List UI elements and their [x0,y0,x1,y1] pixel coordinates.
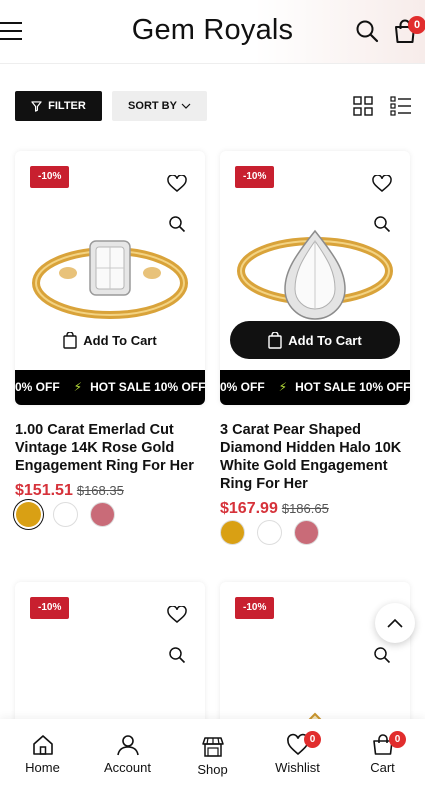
color-swatches [220,520,319,548]
product-image-area[interactable]: -10% Add To Cart 0% OFF ⚡ HOT SALE 10% O… [220,151,410,405]
nav-home[interactable]: Home [0,719,85,787]
sale-price: $151.51 [15,482,73,499]
add-to-cart-button[interactable]: Add To Cart [25,321,195,359]
discount-badge: -10% [235,166,275,188]
sort-label: SORT BY [128,100,177,112]
product-title[interactable]: 1.00 Carat Emerlad Cut Vintage 14K Rose … [15,421,215,475]
search-icon[interactable] [355,19,379,43]
old-price: $168.35 [76,483,124,498]
swatch-yellow-gold[interactable] [220,520,245,545]
filter-label: FILTER [48,100,86,112]
bottom-navigation: Home Account Shop Wishlist 0 Cart 0 [0,719,425,787]
wishlist-button[interactable] [161,168,193,200]
list-view-icon[interactable] [390,96,412,116]
swatch-rose-gold[interactable] [294,520,319,545]
add-to-cart-label: Add To Cart [288,332,362,348]
scroll-to-top-button[interactable] [375,603,415,643]
product-image-area[interactable]: -10% [220,582,410,742]
discount-badge: -10% [30,166,70,188]
discount-badge: -10% [30,597,70,619]
wishlist-button[interactable] [161,599,193,631]
filter-icon [31,100,42,112]
product-image-area[interactable]: -10% Add To Cart 0% OFF ⚡ HOT SALE 10% O… [15,151,205,405]
wishlist-count-badge: 0 [304,731,321,748]
chevron-up-icon [387,618,403,628]
add-to-cart-label: Add To Cart [83,332,157,348]
bag-icon [63,331,77,349]
nav-label: Shop [197,762,228,777]
heart-icon [372,175,392,192]
heart-icon [167,606,187,623]
product-price: $151.51 $168.35 [15,482,124,500]
heart-icon [167,175,187,192]
discount-badge: -10% [235,597,275,619]
hot-sale-ticker: 0% OFF ⚡ HOT SALE 10% OFF [15,370,205,405]
product-image-area[interactable]: -10% [15,582,205,742]
nav-shop[interactable]: Shop [170,719,255,787]
ticker-text: HOT SALE 10% OFF [295,380,410,394]
nav-label: Cart [370,760,395,775]
home-icon [32,735,53,755]
nav-label: Account [104,760,151,775]
filter-button[interactable]: FILTER [15,91,102,121]
nav-label: Home [25,760,60,775]
hot-sale-ticker: 0% OFF ⚡ HOT SALE 10% OFF [220,370,410,405]
bag-icon [268,331,282,349]
swatch-white-gold[interactable] [257,520,282,545]
sale-price: $167.99 [220,500,278,517]
bolt-icon: ⚡ [73,380,83,394]
nav-account[interactable]: Account [85,719,170,787]
color-swatches [15,502,115,530]
add-to-cart-button[interactable]: Add To Cart [230,321,400,359]
nav-wishlist[interactable]: Wishlist 0 [255,719,340,787]
product-image-ring-pear [237,229,393,320]
swatch-white-gold[interactable] [53,502,78,527]
wishlist-button[interactable] [366,168,398,200]
product-price: $167.99 $186.65 [220,500,329,518]
chevron-down-icon [181,103,191,109]
grid-view-icon[interactable] [353,96,373,116]
sort-by-button[interactable]: SORT BY [112,91,207,121]
ticker-text: HOT SALE 10% OFF [90,380,205,394]
cart-count-badge: 0 [389,731,406,748]
nav-label: Wishlist [275,760,320,775]
ticker-text: 0% OFF [15,380,60,394]
swatch-yellow-gold[interactable] [16,502,41,527]
product-image-ring-emerald [32,240,188,319]
swatch-rose-gold[interactable] [90,502,115,527]
store-icon [201,737,224,757]
user-icon [116,735,139,756]
product-title[interactable]: 3 Carat Pear Shaped Diamond Hidden Halo … [220,421,415,493]
app-header: Gem Royals 0 [0,0,425,64]
nav-cart[interactable]: Cart 0 [340,719,425,787]
ticker-text: 0% OFF [220,380,265,394]
old-price: $186.65 [281,501,329,516]
bolt-icon: ⚡ [278,380,288,394]
cart-count-badge: 0 [408,16,425,34]
